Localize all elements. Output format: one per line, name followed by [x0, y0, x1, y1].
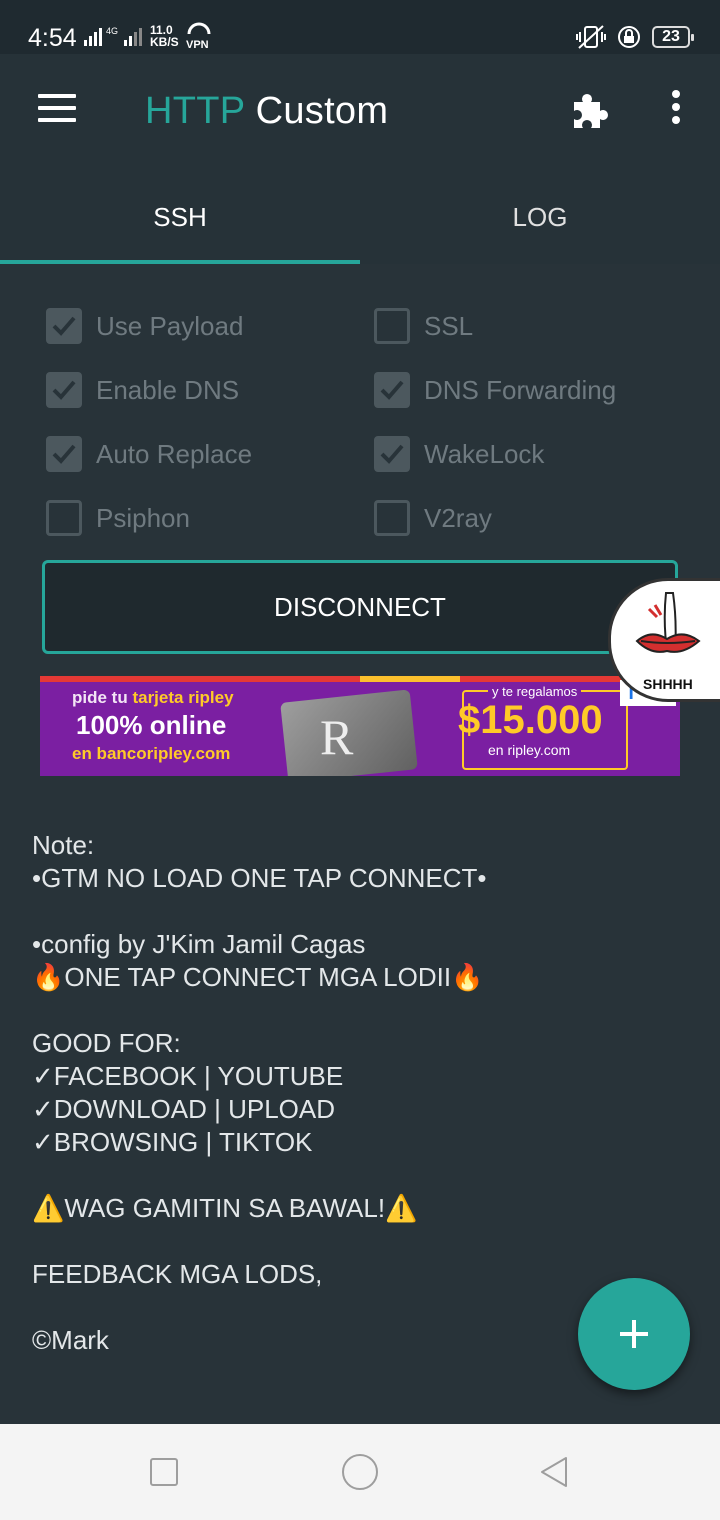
system-nav-bar: [0, 1424, 720, 1520]
checkbox-checked-icon[interactable]: [46, 436, 82, 472]
vpn-label: VPN: [186, 39, 209, 50]
option-psiphon[interactable]: Psiphon: [46, 500, 190, 536]
sticker-text: SHHHH: [643, 676, 693, 692]
network-type-label: 4G: [106, 26, 118, 36]
option-v2ray[interactable]: V2ray: [374, 500, 492, 536]
ad-online-text: 100% online: [76, 710, 227, 740]
ad-promo-top: y te regalamos: [488, 684, 582, 699]
note-line: ✓BROWSING | TIKTOK: [32, 1127, 313, 1157]
option-label: Psiphon: [96, 502, 190, 533]
puzzle-icon[interactable]: [570, 90, 612, 132]
tab-ssh-label: SSH: [153, 202, 207, 232]
status-icons-right: 23: [576, 22, 694, 52]
ssh-content: Use Payload SSL Enable DNS DNS Forwardin…: [0, 264, 720, 1424]
option-dns-forwarding[interactable]: DNS Forwarding: [374, 372, 616, 408]
vpn-icon: VPN: [186, 22, 211, 50]
more-options-icon[interactable]: [664, 90, 688, 130]
disconnect-button[interactable]: DISCONNECT: [42, 560, 678, 654]
menu-icon[interactable]: [38, 94, 76, 124]
back-icon[interactable]: [536, 1454, 572, 1490]
note-blank: [32, 1159, 672, 1192]
note-line: ✓DOWNLOAD | UPLOAD: [32, 1094, 336, 1124]
tab-log-label: LOG: [512, 202, 568, 232]
config-note: Note: •GTM NO LOAD ONE TAP CONNECT• •con…: [32, 829, 672, 1357]
ad-promo-site: en ripley.com: [488, 742, 571, 758]
checkbox-checked-icon[interactable]: [374, 372, 410, 408]
option-label: SSL: [424, 310, 474, 341]
lips-finger-icon: [635, 592, 701, 653]
option-label: WakeLock: [424, 438, 545, 469]
ad-site-text: en bancoripley.com: [72, 744, 231, 763]
note-line: •config by J'Kim Jamil Cagas: [32, 929, 366, 959]
add-fab-button[interactable]: [578, 1278, 690, 1390]
note-line: ⚠️WAG GAMITIN SA BAWAL!⚠️: [32, 1193, 418, 1223]
option-label: Enable DNS: [96, 374, 240, 405]
note-blank: [32, 1291, 672, 1324]
checkbox-unchecked-icon[interactable]: [374, 500, 410, 536]
option-use-payload[interactable]: Use Payload: [46, 308, 243, 344]
option-label: V2ray: [424, 502, 492, 533]
tab-log[interactable]: LOG: [360, 178, 720, 264]
option-auto-replace[interactable]: Auto Replace: [46, 436, 252, 472]
note-line: 🔥ONE TAP CONNECT MGA LODII🔥: [32, 962, 484, 992]
ad-banner[interactable]: pide tu tarjeta ripley 100% online en ba…: [40, 676, 680, 776]
ad-headline: pide tu tarjeta ripley: [72, 688, 234, 708]
status-time: 4:54: [28, 24, 77, 52]
note-blank: [32, 994, 672, 1027]
checkbox-checked-icon[interactable]: [374, 436, 410, 472]
signal-icon: 4G: [84, 26, 142, 46]
app-title-http: HTTP: [145, 90, 245, 132]
option-label: Use Payload: [96, 310, 244, 341]
note-line: Note:: [32, 830, 95, 860]
tab-ssh[interactable]: SSH: [0, 178, 360, 264]
tab-bar: SSH LOG: [0, 178, 720, 264]
status-bar: 4:54 4G 11.0 KB/S VPN 23: [0, 0, 720, 54]
option-label: Auto Replace: [96, 438, 253, 469]
recents-icon[interactable]: [150, 1458, 178, 1486]
note-line: GOOD FOR:: [32, 1028, 181, 1058]
checkbox-unchecked-icon[interactable]: [374, 308, 410, 344]
note-line: FEEDBACK MGA LODS,: [32, 1259, 323, 1289]
battery-icon: 23: [652, 26, 694, 48]
note-blank: [32, 895, 672, 928]
vibrate-icon: [576, 25, 606, 49]
note-line: •GTM NO LOAD ONE TAP CONNECT•: [32, 863, 487, 893]
option-wakelock[interactable]: WakeLock: [374, 436, 544, 472]
option-enable-dns[interactable]: Enable DNS: [46, 372, 239, 408]
ad-promo-amount: $15.000: [458, 698, 603, 742]
ad-headline-a: pide tu: [72, 688, 128, 707]
ad-card-letter: R: [320, 709, 354, 765]
note-line: ✓FACEBOOK | YOUTUBE: [32, 1061, 344, 1091]
option-label: DNS Forwarding: [424, 374, 617, 405]
option-ssl[interactable]: SSL: [374, 308, 473, 344]
checkbox-checked-icon[interactable]: [46, 372, 82, 408]
floating-sticker-bubble[interactable]: SHHHH: [608, 578, 720, 702]
app-bar: HTTP Custom SSH LOG: [0, 54, 720, 264]
plus-icon: [620, 1320, 648, 1348]
app-title: HTTP Custom: [145, 90, 388, 133]
rotation-lock-icon: [618, 26, 640, 48]
net-speed: 11.0 KB/S: [150, 24, 179, 48]
checkbox-unchecked-icon[interactable]: [46, 500, 82, 536]
checkbox-checked-icon[interactable]: [46, 308, 82, 344]
app-title-custom: Custom: [255, 90, 389, 132]
ad-headline-b: tarjeta ripley: [132, 688, 234, 707]
home-icon[interactable]: [342, 1454, 378, 1490]
note-blank: [32, 1225, 672, 1258]
net-speed-unit: KB/S: [150, 35, 179, 49]
note-line: ©Mark: [32, 1325, 109, 1355]
